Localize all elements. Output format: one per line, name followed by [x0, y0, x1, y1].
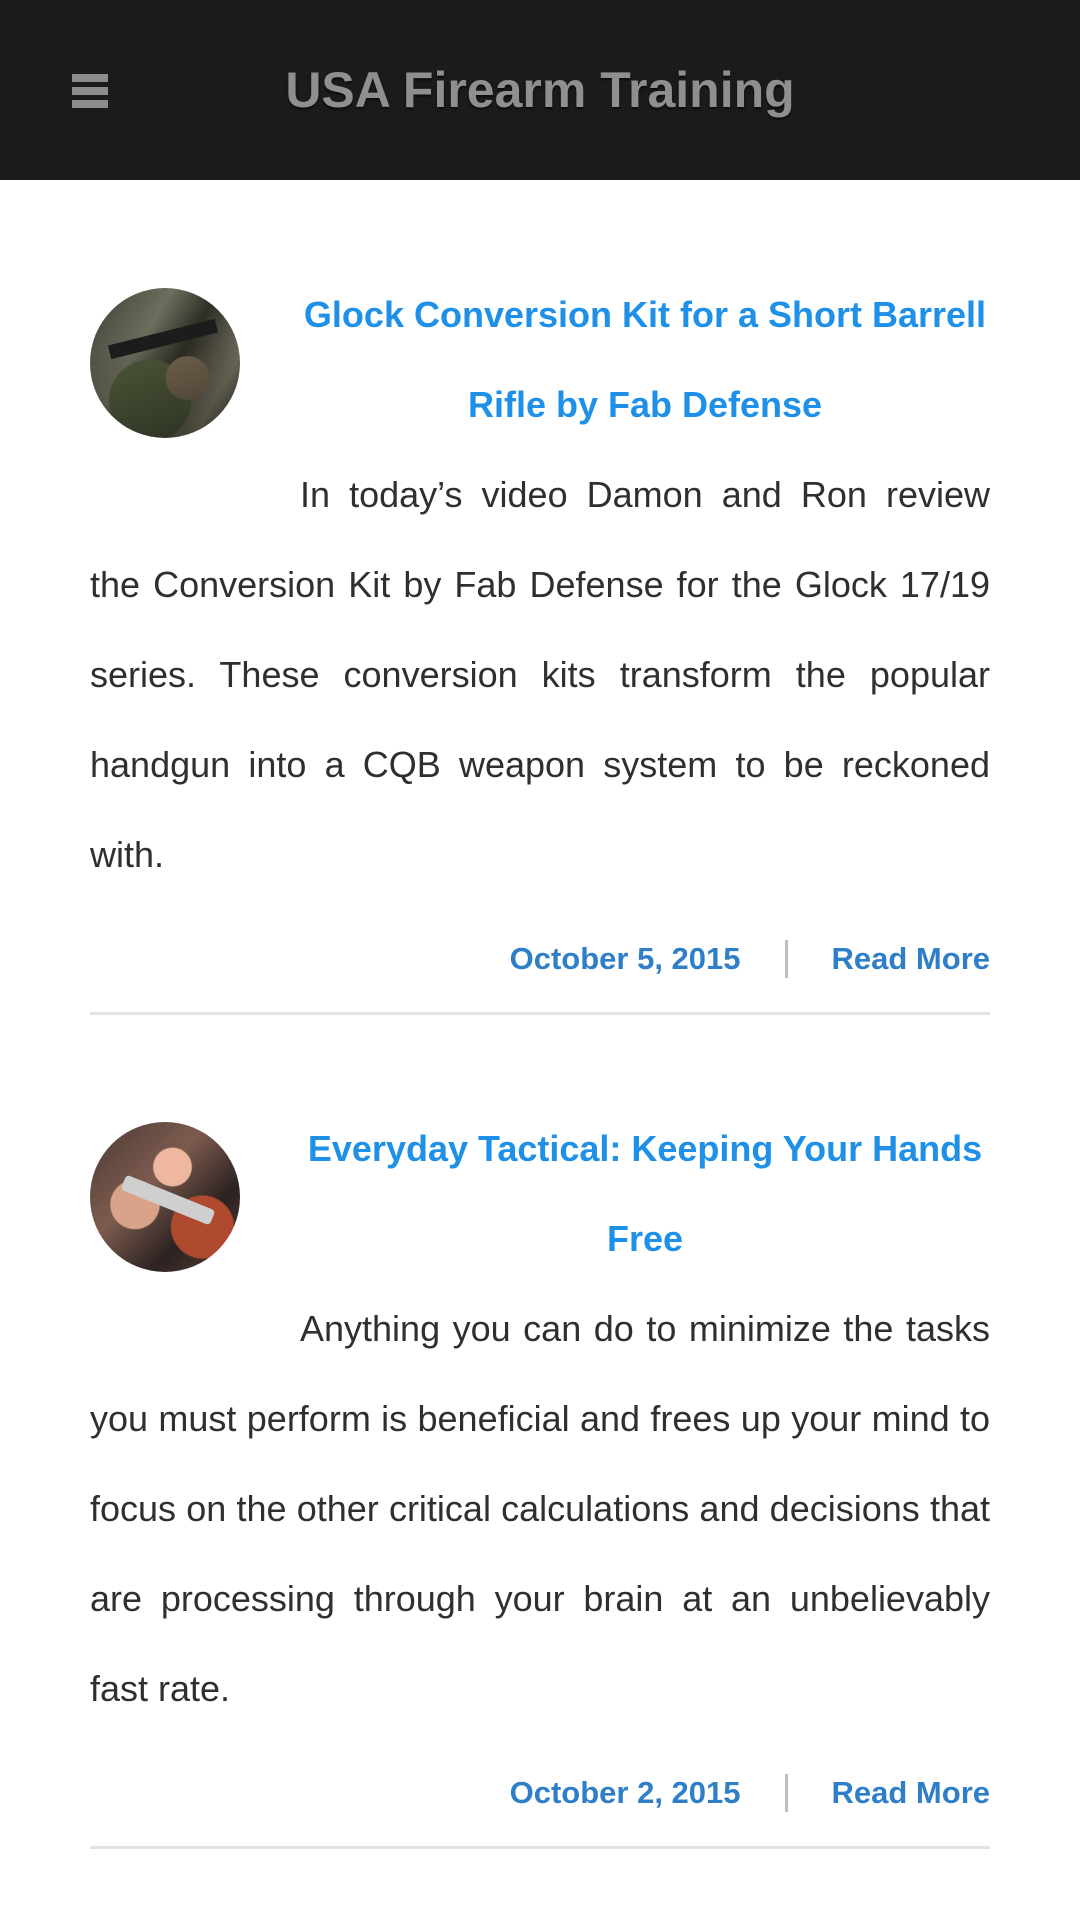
post-meta: October 5, 2015 Read More: [90, 912, 990, 1015]
menu-line: [72, 100, 108, 108]
post-date: October 2, 2015: [509, 1775, 741, 1810]
post-thumbnail-image[interactable]: [90, 1122, 240, 1272]
read-more-link[interactable]: Read More: [832, 941, 990, 977]
meta-separator: [784, 1774, 788, 1812]
site-title[interactable]: USA Firearm Training: [200, 60, 880, 120]
post-excerpt: Anything you can do to minimize the task…: [90, 1308, 990, 1709]
post-date: October 5, 2015: [509, 941, 741, 976]
post-card: Glock Conversion Kit for a Short Barrell…: [90, 270, 990, 1015]
menu-line: [72, 87, 108, 95]
post-card: Everyday Tactical: Keeping Your Hands Fr…: [90, 1104, 990, 1849]
read-more-link[interactable]: Read More: [832, 1775, 990, 1811]
post-title-link[interactable]: Everyday Tactical: Keeping Your Hands Fr…: [300, 1104, 990, 1284]
post-excerpt: In today’s video Damon and Ron review th…: [90, 474, 990, 875]
post-title-link[interactable]: Glock Conversion Kit for a Short Barrell…: [300, 270, 990, 450]
top-app-bar: USA Firearm Training: [0, 0, 1080, 180]
menu-line: [72, 74, 108, 82]
hamburger-menu-icon[interactable]: [72, 74, 108, 108]
meta-separator: [784, 940, 788, 978]
post-thumbnail-image[interactable]: [90, 288, 240, 438]
post-meta: October 2, 2015 Read More: [90, 1746, 990, 1849]
